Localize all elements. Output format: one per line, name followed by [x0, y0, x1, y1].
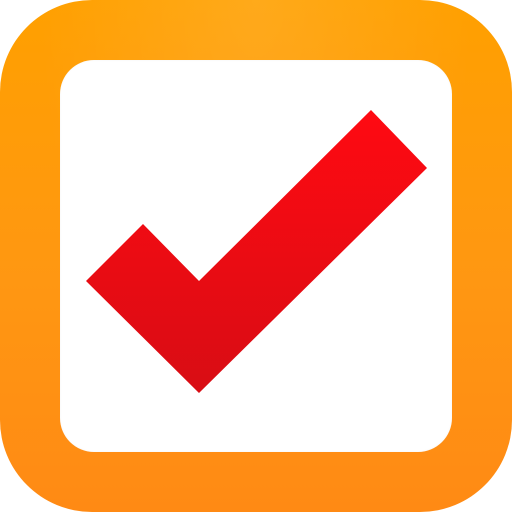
app-icon[interactable]: [0, 0, 512, 512]
checkmark-icon: [86, 110, 427, 393]
checkmark-shape: [86, 110, 427, 393]
